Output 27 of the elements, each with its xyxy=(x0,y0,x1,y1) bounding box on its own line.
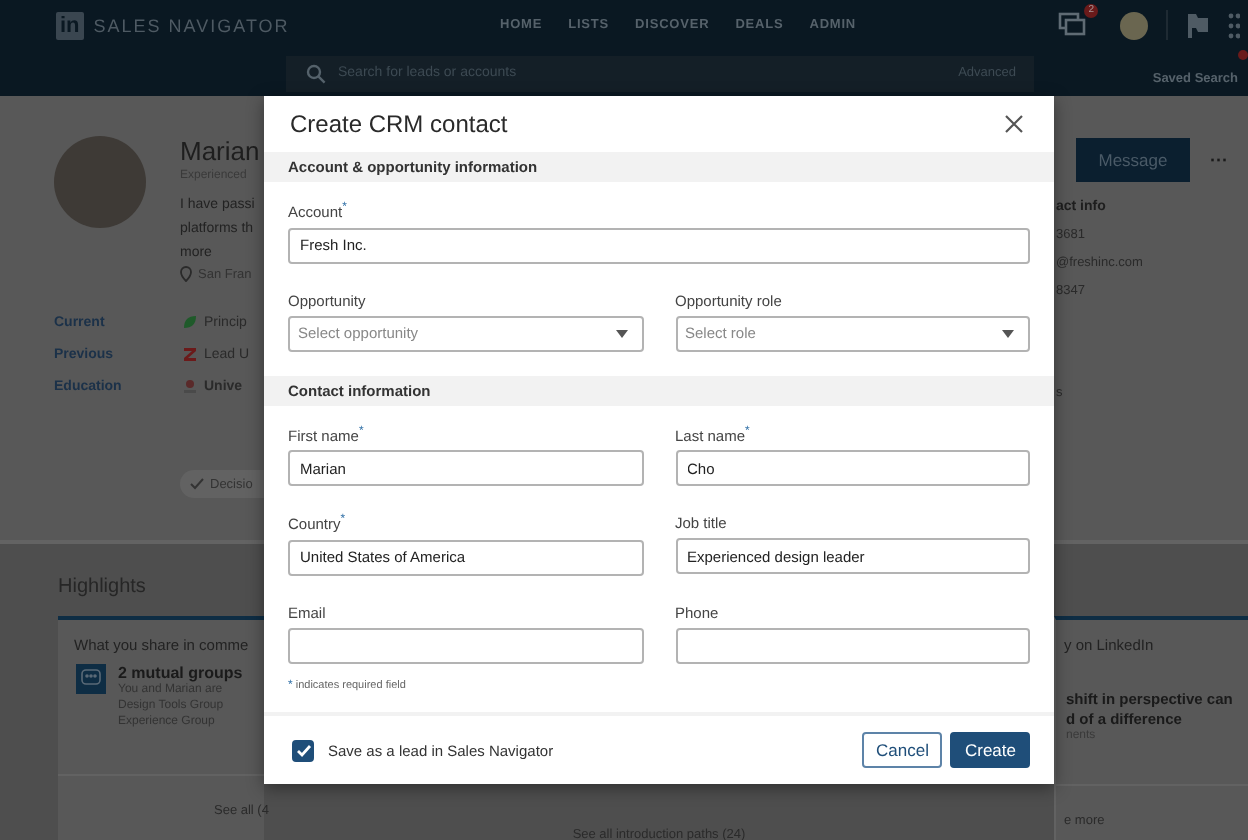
more-button[interactable]: ··· xyxy=(1210,150,1228,170)
leaf-logo-icon xyxy=(182,314,198,330)
grid-icon[interactable] xyxy=(1228,11,1240,39)
group-icon xyxy=(76,664,106,694)
profile-name: Marian xyxy=(180,136,262,166)
message-button[interactable]: Message xyxy=(1076,138,1190,182)
dialog-title: Create CRM contact xyxy=(290,110,508,138)
location-pin-icon xyxy=(180,266,192,282)
notification-dot xyxy=(1238,49,1248,59)
photo-placeholder xyxy=(54,136,146,228)
caret-icon xyxy=(615,329,627,337)
cancel-button[interactable]: Cancel xyxy=(862,732,943,768)
avatar-circle[interactable] xyxy=(1120,11,1148,39)
crest-logo-icon xyxy=(182,378,198,394)
input-field[interactable] xyxy=(675,627,1030,663)
caret-icon xyxy=(1002,329,1014,337)
flag-icon[interactable] xyxy=(1186,11,1210,39)
zigzag-logo-icon xyxy=(182,346,198,362)
checkbox[interactable] xyxy=(292,739,314,761)
close-icon[interactable] xyxy=(1004,114,1024,134)
group-title: 2 mutual groups xyxy=(118,664,243,682)
brand-name: SALES NAVIGATOR xyxy=(93,15,290,35)
create-button[interactable]: Create xyxy=(950,732,1030,768)
messages-icon[interactable] xyxy=(1058,12,1086,38)
input-field[interactable] xyxy=(288,627,643,663)
check-icon xyxy=(190,478,204,490)
search-icon xyxy=(306,63,326,83)
